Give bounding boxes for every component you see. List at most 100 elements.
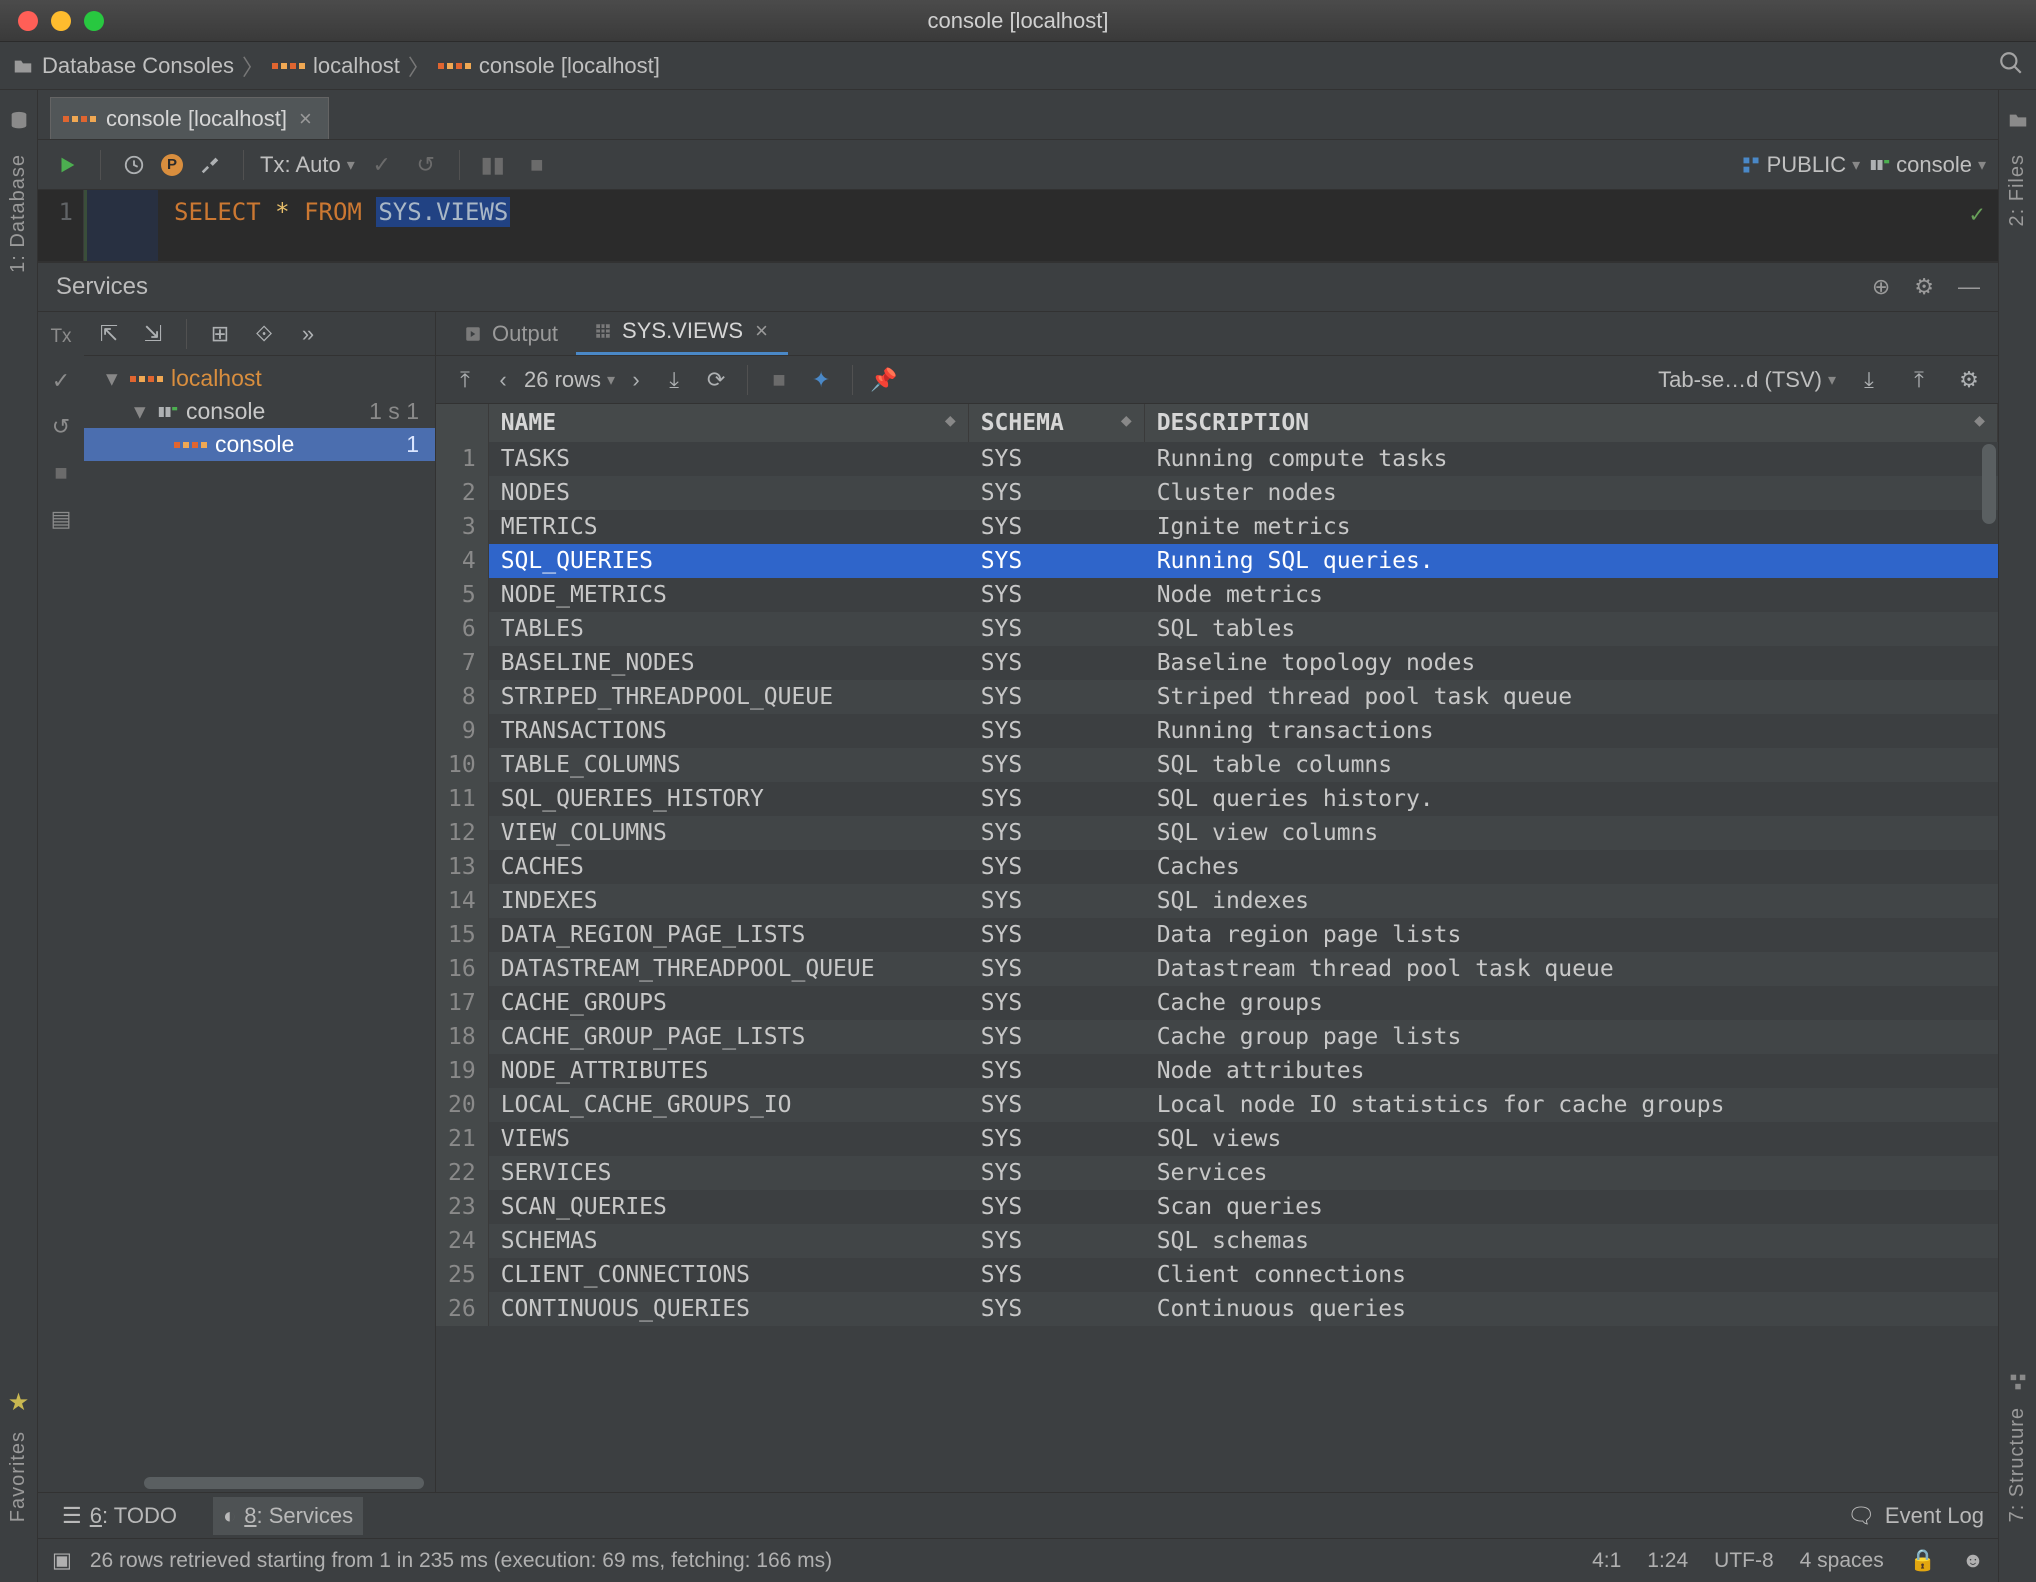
name-cell[interactable]: CONTINUOUS_QUERIES: [488, 1292, 968, 1326]
schema-cell[interactable]: SYS: [968, 578, 1144, 612]
description-cell[interactable]: SQL queries history.: [1144, 782, 1997, 816]
description-cell[interactable]: Cache groups: [1144, 986, 1997, 1020]
table-row[interactable]: 13CACHESSYSCaches: [436, 850, 1998, 884]
layout-icon[interactable]: ▤: [51, 506, 72, 532]
table-row[interactable]: 26CONTINUOUS_QUERIESSYSContinuous querie…: [436, 1292, 1998, 1326]
name-cell[interactable]: DATASTREAM_THREADPOOL_QUEUE: [488, 952, 968, 986]
tree-node-query[interactable]: console1: [84, 428, 435, 461]
name-cell[interactable]: TABLE_COLUMNS: [488, 748, 968, 782]
schema-cell[interactable]: SYS: [968, 1156, 1144, 1190]
description-cell[interactable]: SQL views: [1144, 1122, 1997, 1156]
description-cell[interactable]: Cache group page lists: [1144, 1020, 1997, 1054]
table-row[interactable]: 1TASKSSYSRunning compute tasks: [436, 442, 1998, 476]
download-icon[interactable]: ⤓: [1852, 363, 1886, 397]
result-tab-output[interactable]: Output: [446, 312, 576, 355]
schema-cell[interactable]: SYS: [968, 816, 1144, 850]
schema-cell[interactable]: SYS: [968, 1122, 1144, 1156]
description-cell[interactable]: SQL tables: [1144, 612, 1997, 646]
table-row[interactable]: 22SERVICESSYSServices: [436, 1156, 1998, 1190]
filter-icon[interactable]: ⟐: [247, 317, 281, 351]
table-row[interactable]: 25CLIENT_CONNECTIONSSYSClient connection…: [436, 1258, 1998, 1292]
inspection-ok-icon[interactable]: ✓: [1970, 200, 1984, 228]
cancel-icon[interactable]: ▮▮: [476, 148, 510, 182]
search-icon[interactable]: [1998, 50, 2024, 82]
stop-icon[interactable]: ■: [762, 363, 796, 397]
schema-cell[interactable]: SYS: [968, 1258, 1144, 1292]
schema-cell[interactable]: SYS: [968, 952, 1144, 986]
name-cell[interactable]: SERVICES: [488, 1156, 968, 1190]
schema-cell[interactable]: SYS: [968, 986, 1144, 1020]
table-row[interactable]: 10TABLE_COLUMNSSYSSQL table columns: [436, 748, 1998, 782]
schema-cell[interactable]: SYS: [968, 1088, 1144, 1122]
description-cell[interactable]: Cluster nodes: [1144, 476, 1997, 510]
column-header-description[interactable]: DESCRIPTION◆: [1144, 404, 1997, 442]
name-cell[interactable]: TASKS: [488, 442, 968, 476]
schema-cell[interactable]: SYS: [968, 850, 1144, 884]
description-cell[interactable]: Running transactions: [1144, 714, 1997, 748]
name-cell[interactable]: METRICS: [488, 510, 968, 544]
name-cell[interactable]: CACHE_GROUPS: [488, 986, 968, 1020]
name-cell[interactable]: VIEWS: [488, 1122, 968, 1156]
description-cell[interactable]: Scan queries: [1144, 1190, 1997, 1224]
name-cell[interactable]: NODE_ATTRIBUTES: [488, 1054, 968, 1088]
rollback-icon[interactable]: ↺: [52, 414, 70, 440]
first-page-icon[interactable]: ⤒: [448, 363, 482, 397]
explain-plan-icon[interactable]: P: [161, 154, 183, 176]
name-cell[interactable]: INDEXES: [488, 884, 968, 918]
name-cell[interactable]: TABLES: [488, 612, 968, 646]
export-format-dropdown[interactable]: Tab-se…d (TSV) ▾: [1658, 367, 1836, 393]
more-icon[interactable]: »: [291, 317, 325, 351]
status-encoding[interactable]: UTF-8: [1714, 1549, 1774, 1573]
wrench-icon[interactable]: [193, 148, 227, 182]
upload-icon[interactable]: ⤒: [1902, 363, 1936, 397]
locate-icon[interactable]: ⊕: [1872, 274, 1890, 300]
settings-icon[interactable]: ⚙: [1914, 274, 1934, 300]
history-icon[interactable]: [117, 148, 151, 182]
stop-icon[interactable]: ■: [54, 460, 67, 486]
group-icon[interactable]: ⊞: [203, 317, 237, 351]
description-cell[interactable]: Striped thread pool task queue: [1144, 680, 1997, 714]
schema-cell[interactable]: SYS: [968, 680, 1144, 714]
description-cell[interactable]: Running compute tasks: [1144, 442, 1997, 476]
table-row[interactable]: 3METRICSSYSIgnite metrics: [436, 510, 1998, 544]
table-row[interactable]: 12VIEW_COLUMNSSYSSQL view columns: [436, 816, 1998, 850]
table-row[interactable]: 20LOCAL_CACHE_GROUPS_IOSYSLocal node IO …: [436, 1088, 1998, 1122]
table-row[interactable]: 4SQL_QUERIESSYSRunning SQL queries.: [436, 544, 1998, 578]
name-cell[interactable]: SCAN_QUERIES: [488, 1190, 968, 1224]
name-cell[interactable]: SQL_QUERIES: [488, 544, 968, 578]
name-cell[interactable]: NODE_METRICS: [488, 578, 968, 612]
schema-dropdown[interactable]: PUBLIC▾: [1741, 152, 1861, 178]
name-cell[interactable]: STRIPED_THREADPOOL_QUEUE: [488, 680, 968, 714]
table-row[interactable]: 14INDEXESSYSSQL indexes: [436, 884, 1998, 918]
collapse-all-icon[interactable]: ⇲: [136, 317, 170, 351]
table-row[interactable]: 16DATASTREAM_THREADPOOL_QUEUESYSDatastre…: [436, 952, 1998, 986]
schema-cell[interactable]: SYS: [968, 612, 1144, 646]
name-cell[interactable]: CACHES: [488, 850, 968, 884]
toolwindow-todo[interactable]: ☰ 6: TODO: [52, 1497, 187, 1535]
name-cell[interactable]: BASELINE_NODES: [488, 646, 968, 680]
table-row[interactable]: 6TABLESSYSSQL tables: [436, 612, 1998, 646]
name-cell[interactable]: CLIENT_CONNECTIONS: [488, 1258, 968, 1292]
table-row[interactable]: 24SCHEMASSYSSQL schemas: [436, 1224, 1998, 1258]
breadcrumb-leaf[interactable]: console [localhost]: [479, 53, 660, 79]
breadcrumb-root[interactable]: Database Consoles: [42, 53, 234, 79]
close-tab-icon[interactable]: ×: [297, 106, 314, 132]
table-row[interactable]: 2NODESSYSCluster nodes: [436, 476, 1998, 510]
schema-cell[interactable]: SYS: [968, 918, 1144, 952]
name-cell[interactable]: NODES: [488, 476, 968, 510]
table-row[interactable]: 15DATA_REGION_PAGE_LISTSSYSData region p…: [436, 918, 1998, 952]
table-row[interactable]: 8STRIPED_THREADPOOL_QUEUESYSStriped thre…: [436, 680, 1998, 714]
left-stripe-favorites[interactable]: Favorites: [7, 1431, 30, 1522]
event-log-button[interactable]: Event Log: [1885, 1503, 1984, 1529]
description-cell[interactable]: SQL view columns: [1144, 816, 1997, 850]
description-cell[interactable]: Node attributes: [1144, 1054, 1997, 1088]
table-row[interactable]: 21VIEWSSYSSQL views: [436, 1122, 1998, 1156]
name-cell[interactable]: LOCAL_CACHE_GROUPS_IO: [488, 1088, 968, 1122]
name-cell[interactable]: VIEW_COLUMNS: [488, 816, 968, 850]
breadcrumb-host[interactable]: localhost: [313, 53, 400, 79]
description-cell[interactable]: Continuous queries: [1144, 1292, 1997, 1326]
toolwindow-services[interactable]: ◐ 8: Services: [213, 1497, 363, 1535]
tree-node-console[interactable]: ▾console1 s 1: [84, 395, 435, 428]
description-cell[interactable]: Client connections: [1144, 1258, 1997, 1292]
name-cell[interactable]: CACHE_GROUP_PAGE_LISTS: [488, 1020, 968, 1054]
